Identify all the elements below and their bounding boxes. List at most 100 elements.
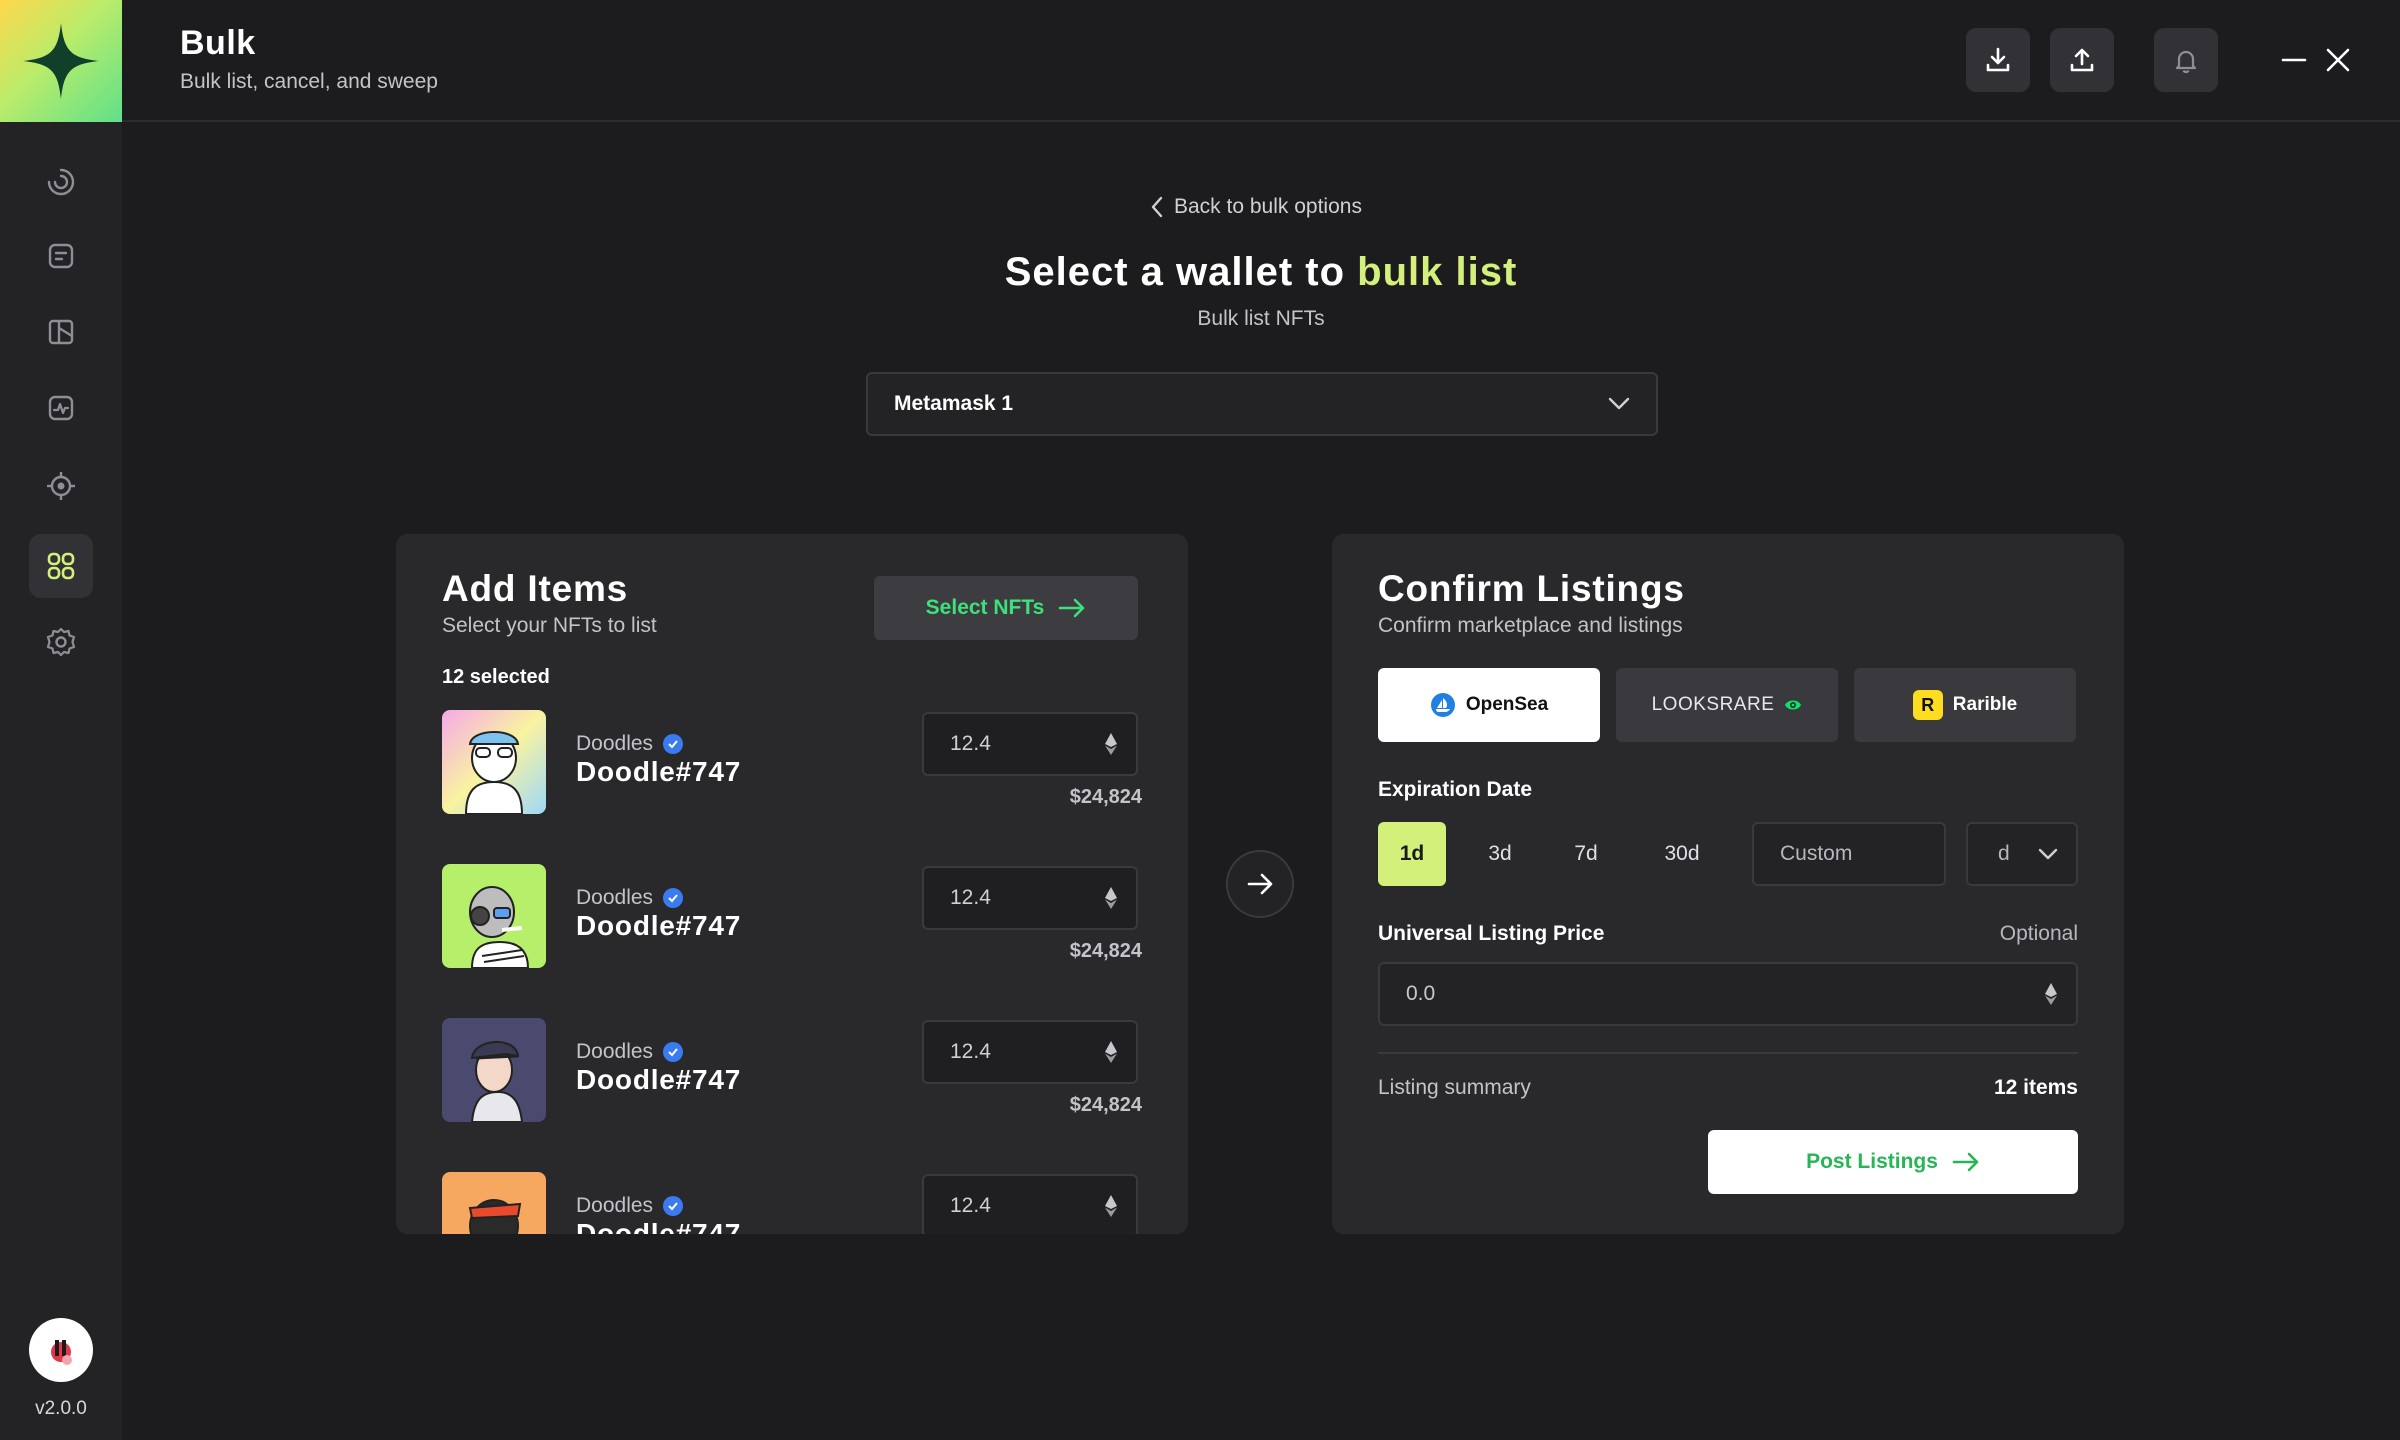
- nft-collection-label: Doodles: [576, 1040, 654, 1063]
- nft-price-input[interactable]: 12.4: [922, 1174, 1138, 1234]
- arrow-right-icon: [1952, 1152, 1979, 1172]
- wallet-select[interactable]: Metamask 1: [866, 372, 1658, 436]
- verified-icon: [663, 1042, 684, 1062]
- minimize-icon: [2281, 58, 2307, 62]
- hero-title-prefix: Select a wallet to: [1004, 250, 1346, 294]
- nft-thumbnail[interactable]: [442, 1018, 546, 1122]
- ethereum-icon: [1105, 887, 1117, 909]
- doodle-image-icon: [442, 710, 546, 814]
- close-icon: [2326, 48, 2350, 72]
- sidebar-item-target[interactable]: [29, 454, 93, 518]
- hero-title: Select a wallet to bulk list: [0, 250, 2400, 295]
- nft-thumbnail[interactable]: [442, 1172, 546, 1234]
- chevron-down-icon: [2038, 848, 2058, 860]
- rarible-icon: R: [1912, 690, 1943, 720]
- expiration-option-1d[interactable]: 1d: [1378, 822, 1446, 886]
- universal-price-label: Universal Listing Price: [1378, 922, 1605, 945]
- marketplace-tab-looksrare[interactable]: LOOKSRARE: [1616, 668, 1838, 742]
- arrow-right-icon: [1247, 873, 1273, 895]
- expiration-unit-select[interactable]: d: [1966, 822, 2078, 886]
- nft-collection-label: Doodles: [576, 732, 654, 755]
- post-listings-button[interactable]: Post Listings: [1708, 1130, 2078, 1194]
- optional-label: Optional: [1999, 922, 2078, 945]
- looksrare-eye-icon: [1785, 700, 1802, 710]
- nft-price-value: 12.4: [950, 1040, 991, 1063]
- app-version: v2.0.0: [35, 1398, 87, 1419]
- confirm-title: Confirm Listings: [1378, 568, 1685, 609]
- top-header: Bulk Bulk list, cancel, and sweep: [122, 0, 2400, 122]
- sidebar-item-bulk[interactable]: [29, 534, 93, 598]
- page-title: Bulk: [180, 24, 256, 62]
- expiration-label: Expiration Date: [1378, 778, 1533, 801]
- activity-spinner-icon: [47, 168, 75, 196]
- upload-icon: [2070, 48, 2094, 72]
- marketplace-label: Rarible: [1952, 694, 2018, 715]
- nft-list-item: Doodles Doodle#747 12.4: [442, 1172, 1142, 1234]
- sidebar: v2.0.0: [0, 0, 122, 1440]
- nft-price-input[interactable]: 12.4: [922, 1020, 1138, 1084]
- nft-price-input[interactable]: 12.4: [922, 866, 1138, 930]
- nft-name: Doodle#747: [576, 910, 742, 941]
- nft-collection-label: Doodles: [576, 886, 654, 909]
- ethereum-icon: [2045, 983, 2057, 1005]
- marketplace-tab-opensea[interactable]: OpenSea: [1378, 668, 1600, 742]
- nft-list-item: Doodles Doodle#747 12.4 $24,824: [442, 1018, 1142, 1122]
- nft-price-input[interactable]: 12.4: [922, 712, 1138, 776]
- sidebar-item-analytics[interactable]: [29, 376, 93, 440]
- verified-icon: [663, 888, 684, 908]
- marketplace-label: OpenSea: [1465, 694, 1549, 715]
- nft-collection: Doodles: [576, 886, 684, 910]
- expiration-option-3d[interactable]: 3d: [1462, 822, 1538, 886]
- wallet-select-value: Metamask 1: [894, 392, 1014, 415]
- marketplace-tab-rarible[interactable]: R Rarible: [1854, 668, 2076, 742]
- nft-usd-value: $24,824: [1069, 786, 1142, 808]
- download-icon: [1986, 47, 2010, 72]
- listing-summary-label: Listing summary: [1378, 1076, 1531, 1099]
- nft-name: Doodle#747: [576, 1218, 742, 1234]
- nft-collection-label: Doodles: [576, 1194, 654, 1217]
- notifications-button[interactable]: [2154, 28, 2218, 92]
- select-nfts-button[interactable]: Select NFTs: [874, 576, 1138, 640]
- sidebar-item-settings[interactable]: [29, 610, 93, 674]
- nft-collection: Doodles: [576, 1194, 684, 1218]
- back-link-label: Back to bulk options: [1174, 195, 1362, 218]
- back-link[interactable]: Back to bulk options: [1150, 195, 1362, 219]
- nft-list-item: Doodles Doodle#747 12.4 $24,824: [442, 710, 1142, 814]
- post-listings-label: Post Listings: [1806, 1150, 1938, 1173]
- expiration-option-7d[interactable]: 7d: [1548, 822, 1624, 886]
- marketplace-label: LOOKSRARE: [1651, 694, 1775, 715]
- confirm-listings-panel: Confirm Listings Confirm marketplace and…: [1332, 534, 2124, 1234]
- nft-price-value: 12.4: [950, 886, 991, 909]
- nft-name: Doodle#747: [576, 756, 742, 787]
- doodle-image-icon: [442, 864, 546, 968]
- verified-icon: [663, 734, 684, 754]
- sidebar-item-activity[interactable]: [29, 150, 93, 214]
- analytics-icon: [48, 395, 74, 421]
- chevron-left-icon: [1151, 196, 1163, 218]
- expiration-option-30d[interactable]: 30d: [1634, 822, 1730, 886]
- nft-collection: Doodles: [576, 1040, 684, 1064]
- target-icon: [47, 472, 75, 500]
- chevron-down-icon: [1608, 397, 1630, 410]
- doodle-image-icon: [442, 1018, 546, 1122]
- user-avatar[interactable]: [29, 1318, 93, 1382]
- close-button[interactable]: [2322, 44, 2354, 76]
- custom-expiration-input[interactable]: Custom: [1752, 822, 1946, 886]
- app-logo[interactable]: [0, 0, 122, 122]
- download-button[interactable]: [1966, 28, 2030, 92]
- avatar-icon: [51, 1340, 72, 1365]
- settings-icon: [46, 627, 76, 657]
- nft-thumbnail[interactable]: [442, 864, 546, 968]
- universal-price-input[interactable]: 0.0: [1378, 962, 2078, 1026]
- minimize-button[interactable]: [2278, 44, 2310, 76]
- bell-icon: [2175, 50, 2197, 74]
- universal-price-value: 0.0: [1406, 982, 1436, 1005]
- selected-count: 12 selected: [442, 666, 550, 688]
- upload-button[interactable]: [2050, 28, 2114, 92]
- continue-arrow-button[interactable]: [1226, 850, 1294, 918]
- confirm-subtitle: Confirm marketplace and listings: [1378, 614, 1683, 637]
- nft-price-value: 12.4: [950, 732, 991, 755]
- arrow-right-icon: [1059, 598, 1085, 618]
- nft-usd-value: $24,824: [1069, 940, 1142, 962]
- nft-thumbnail[interactable]: [442, 710, 546, 814]
